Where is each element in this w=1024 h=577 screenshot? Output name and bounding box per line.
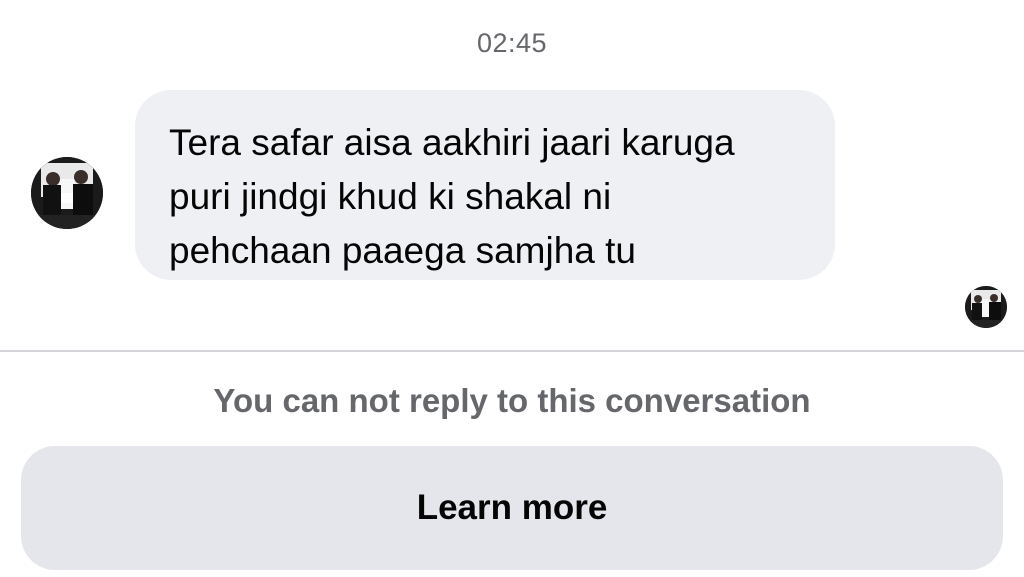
sender-avatar[interactable]	[31, 157, 103, 229]
reply-disabled-notice: You can not reply to this conversation	[213, 382, 811, 419]
message-timestamp: 02:45	[476, 28, 548, 58]
message-line-3: pehchaan paaega samjha tu	[169, 230, 636, 271]
composer-divider	[0, 350, 1024, 352]
message-bubble[interactable]: Tera safar aisa aakhiri jaari karuga pur…	[135, 90, 835, 280]
message-line-2: puri jindgi khud ki shakal ni	[169, 176, 612, 217]
avatar-photo-icon	[31, 157, 103, 229]
seen-receipt-avatar	[965, 286, 1007, 328]
message-line-1: Tera safar aisa aakhiri jaari karuga	[169, 122, 735, 163]
seen-avatar-photo-icon	[965, 286, 1007, 328]
learn-more-button[interactable]: Learn more	[21, 446, 1003, 570]
